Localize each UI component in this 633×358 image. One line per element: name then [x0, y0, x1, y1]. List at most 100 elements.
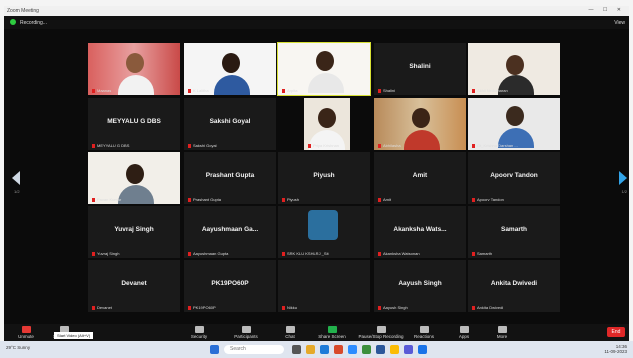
muted-mic-icon: [472, 251, 475, 256]
participant-tile[interactable]: Abhilasha: [374, 98, 466, 150]
participant-name: Amit: [383, 197, 391, 202]
muted-mic-icon: [92, 197, 95, 202]
participant-tile[interactable]: Pavan Kumar: [88, 152, 180, 204]
participant-name: Pavan Kumar: [97, 197, 122, 202]
title-bar: Zoom Meeting — ☐ ✕: [4, 6, 629, 16]
participants-button[interactable]: Participants: [226, 324, 266, 341]
participant-name: Aayushmaan Gupta: [193, 251, 229, 256]
task-view-icon[interactable]: [292, 345, 301, 354]
security-button[interactable]: Security: [179, 324, 219, 341]
participant-tile[interactable]: Yuvraj Singh Yuvraj Singh: [88, 206, 180, 258]
apps-button[interactable]: Apps: [444, 324, 484, 341]
participant-tile[interactable]: PK19PO60P PK19PO60P: [184, 260, 276, 312]
view-button[interactable]: View: [614, 20, 625, 26]
meeting-toolbar: Unmute Stop Video Security Participants …: [4, 324, 629, 341]
participant-tile[interactable]: Akanksha Wats... Akanksha Watsonan: [374, 206, 466, 258]
participant-tile[interactable]: SRK KLU KSHLRJ _Sit: [278, 206, 370, 258]
participant-name: Shalini: [383, 88, 396, 93]
weather-widget[interactable]: 29°C Sunny: [6, 345, 30, 350]
window-controls[interactable]: — ☐ ✕: [589, 7, 625, 13]
taskbar-search-input[interactable]: Search: [224, 345, 284, 354]
recording-control-button[interactable]: Pause/Stop Recording: [356, 324, 406, 341]
page-indicator-right: 1/2: [621, 189, 627, 194]
pause-stop-icon: [376, 326, 386, 333]
participant-label: Shalini: [409, 63, 431, 70]
participant-name: Priya Krishnan: [313, 143, 340, 148]
participant-tile[interactable]: MEYYALU G DBS MEYYALU G DBS: [88, 98, 180, 150]
participant-label: Aayushmaan Ga...: [201, 226, 259, 233]
shield-icon[interactable]: [10, 19, 16, 25]
more-button[interactable]: More: [482, 324, 522, 341]
smiley-icon: [419, 326, 429, 333]
pinned-app-icon[interactable]: [418, 345, 427, 354]
participant-tile[interactable]: Aayushmaan Ga... Aayushmaan Gupta: [184, 206, 276, 258]
participant-tile[interactable]: Amit Amit: [374, 152, 466, 204]
participant-name: Yuvraj Singh: [97, 251, 120, 256]
zoom-app-icon[interactable]: [348, 345, 357, 354]
participant-name: Gt_Krishna Darshan ...: [477, 143, 518, 148]
muted-mic-icon: [472, 197, 475, 202]
previous-page-arrow-icon[interactable]: [12, 171, 20, 185]
participant-name: PK19PO60P: [193, 305, 216, 310]
muted-mic-icon: [92, 305, 95, 310]
word-icon[interactable]: [376, 345, 385, 354]
participant-label: PK19PO60P: [211, 280, 249, 287]
page-indicator-left: 1/2: [14, 189, 20, 194]
next-page-arrow-icon[interactable]: [619, 171, 627, 185]
participant-tile[interactable]: Samarth Samarth: [468, 206, 560, 258]
chrome-icon[interactable]: [390, 345, 399, 354]
participant-tile[interactable]: K Lalitha: [184, 43, 276, 95]
system-clock[interactable]: 14:36 11-09-2023: [604, 344, 627, 354]
muted-mic-icon: [308, 143, 311, 148]
muted-mic-icon: [188, 88, 191, 93]
muted-mic-icon: [188, 143, 191, 148]
participant-name: Maanas: [97, 88, 112, 93]
muted-mic-icon: [472, 305, 475, 310]
chat-button[interactable]: Chat: [270, 324, 310, 341]
reactions-button[interactable]: Reactions: [404, 324, 444, 341]
unmute-button[interactable]: Unmute: [6, 324, 46, 341]
excel-icon[interactable]: [362, 345, 371, 354]
participant-label: Piyush: [313, 172, 335, 179]
participant-tile[interactable]: Priya Krishnan: [304, 98, 350, 150]
clock-date: 11-09-2023: [604, 349, 627, 354]
edge-browser-icon[interactable]: [320, 345, 329, 354]
participant-name: K Lalitha: [193, 88, 209, 93]
participant-name: Prashant Gupta: [193, 197, 222, 202]
participant-tile[interactable]: Ankita Dwivedi Ankita Dwivedi: [468, 260, 560, 312]
participant-tile[interactable]: Piyush Piyush: [278, 152, 370, 204]
participant-name: MEYYALU G DBS: [97, 143, 130, 148]
end-meeting-button[interactable]: End: [607, 327, 625, 337]
participant-tile[interactable]: Devanet Devanet: [88, 260, 180, 312]
participant-label: Amit: [412, 172, 428, 179]
share-screen-button[interactable]: Share Screen: [312, 324, 352, 341]
windows-taskbar: 29°C Sunny Search 14:36 11-09-2023: [0, 341, 633, 358]
participant-label: Samarth: [500, 226, 527, 233]
muted-mic-icon: [92, 251, 95, 256]
start-menu-icon[interactable]: [210, 345, 219, 354]
teams-icon[interactable]: [404, 345, 413, 354]
participant-tile[interactable]: Sakshi Goyal Sakshi Goyal: [184, 98, 276, 150]
participant-tile[interactable]: Apoorv Tandon Apoorv Tandon: [468, 152, 560, 204]
office-icon[interactable]: [334, 345, 343, 354]
participant-tile[interactable]: Maanas: [88, 43, 180, 95]
participant-label: Devanet: [121, 280, 147, 287]
muted-mic-icon: [282, 197, 285, 202]
participant-name: Aayush Singh: [383, 305, 408, 310]
recording-indicator[interactable]: Recording...: [20, 20, 47, 26]
participant-tile[interactable]: Gt_Krishna Darshan ...: [468, 98, 560, 150]
participant-tile[interactable]: Prashant Gupta Prashant Gupta: [184, 152, 276, 204]
window-title: Zoom Meeting: [7, 8, 39, 14]
participant-tile-active-speaker[interactable]: Arpita: [277, 42, 371, 96]
participant-tile[interactable]: Shalini Shalini: [374, 43, 466, 95]
file-explorer-icon[interactable]: [306, 345, 315, 354]
participant-tile[interactable]: Akhil Nedumaran: [468, 43, 560, 95]
muted-mic-icon: [378, 305, 381, 310]
participant-name: Akhil Nedumaran: [477, 88, 508, 93]
participant-label: Aayush Singh: [398, 280, 442, 287]
muted-mic-icon: [92, 143, 95, 148]
muted-mic-icon: [378, 251, 381, 256]
participant-tile[interactable]: Nikku: [278, 260, 370, 312]
participant-name: Ankita Dwivedi: [477, 305, 504, 310]
participant-tile[interactable]: Aayush Singh Aayush Singh: [374, 260, 466, 312]
